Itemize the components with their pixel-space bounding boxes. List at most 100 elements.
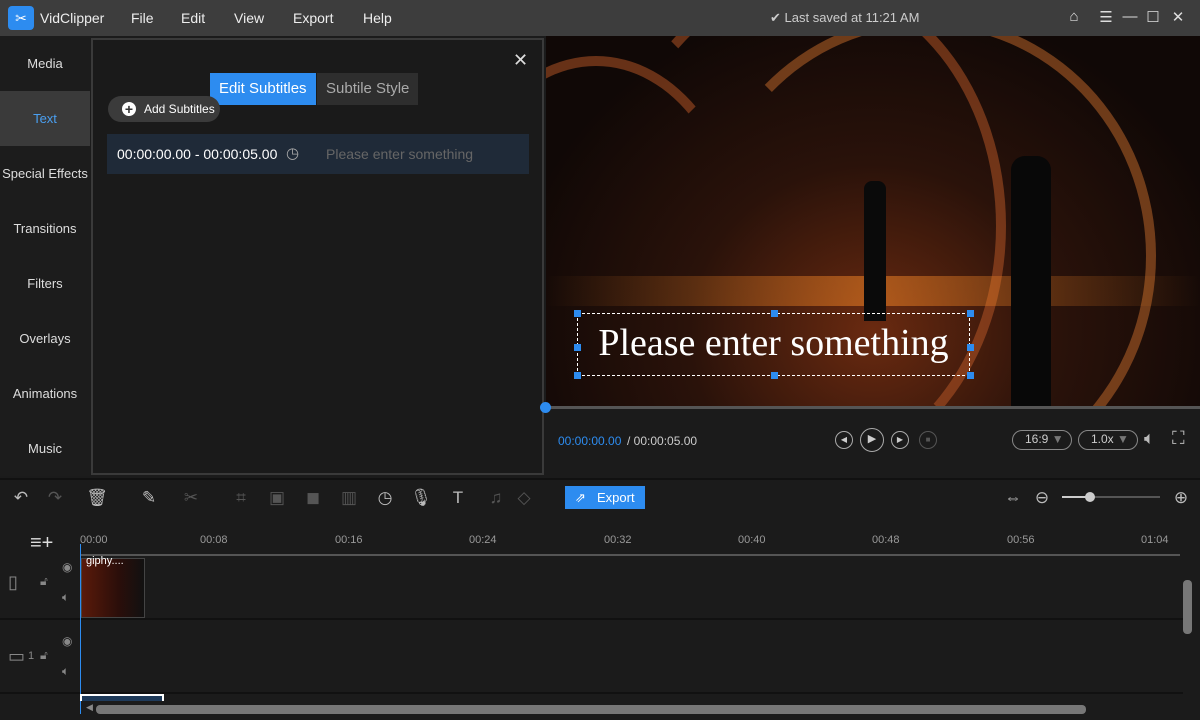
aspect-ratio-select[interactable]: 16:9 ▼ <box>1012 430 1072 450</box>
play-icon[interactable]: ▶ <box>860 428 884 452</box>
sidebar-item-media[interactable]: Media <box>0 36 90 91</box>
playhead[interactable] <box>80 544 81 714</box>
mosaic-icon[interactable]: ◼ <box>302 488 324 508</box>
tick-label: 00:24 <box>469 534 497 546</box>
current-time: 00:00:00.00 <box>558 434 622 448</box>
export-icon: ⇗ <box>575 490 586 505</box>
add-subtitles-label: Add Subtitles <box>144 102 215 116</box>
microphone-icon[interactable]: 🎙︎ <box>410 488 432 508</box>
tick-label: 00:00 <box>80 534 108 546</box>
save-status-text: Last saved at 11:21 AM <box>784 10 920 25</box>
film-icon: ▯ <box>8 572 18 592</box>
check-icon: ✔ <box>770 10 785 25</box>
app-logo-icon: ✂ <box>8 6 34 30</box>
tick-label: 00:32 <box>604 534 632 546</box>
delete-icon[interactable]: 🗑︎ <box>86 488 108 508</box>
tick-label: 01:04 <box>1141 534 1169 546</box>
tick-label: 00:16 <box>335 534 363 546</box>
edit-toolbar: ↶ ↷ 🗑︎ ✎ ✂ ⌗ ▣ ◼ ▥ ◷ 🎙︎ T ♫ ◇ ⇗ Export ⇔ … <box>0 478 1200 514</box>
zoom-in-icon[interactable]: ⊕ <box>1170 488 1192 508</box>
zoom-out-icon[interactable]: ⊖ <box>1031 488 1053 508</box>
subtitle-text-input[interactable]: Please enter something <box>326 146 473 162</box>
undo-icon[interactable]: ↶ <box>10 488 32 508</box>
hamburger-menu-icon[interactable]: ☰ <box>1096 8 1116 26</box>
tab-subtitle-style[interactable]: Subtile Style <box>317 73 419 105</box>
scroll-left-icon[interactable]: ◀ <box>86 702 93 713</box>
sidebar-item-overlays[interactable]: Overlays <box>0 311 90 366</box>
sidebar-item-special-effects[interactable]: Special Effects <box>0 146 90 201</box>
voice-change-icon[interactable]: ♫ <box>485 488 507 508</box>
stop-icon[interactable]: ■ <box>919 431 937 449</box>
subtitle-panel: ✕ Edit Subtitles Subtile Style + Add Subt… <box>91 38 544 475</box>
eye-icon[interactable]: ◉ <box>62 560 72 574</box>
menu-file[interactable]: File <box>131 10 154 26</box>
video-preview: Please enter something <box>546 36 1200 406</box>
next-frame-icon[interactable]: ▶ <box>891 431 909 449</box>
app-name: VidClipper <box>40 10 105 26</box>
timeline-overview[interactable] <box>80 694 164 701</box>
sidebar: Media Text Special Effects Transitions F… <box>0 36 90 476</box>
lock-icon[interactable]: 🔓︎ <box>40 648 48 663</box>
crop-icon[interactable]: ⌗ <box>230 488 252 508</box>
sidebar-item-filters[interactable]: Filters <box>0 256 90 311</box>
duration-clock-icon[interactable]: ◷ <box>374 488 396 508</box>
sidebar-item-music[interactable]: Music <box>0 421 90 476</box>
sidebar-item-animations[interactable]: Animations <box>0 366 90 421</box>
menu-edit[interactable]: Edit <box>181 10 205 26</box>
subtitle-overlay[interactable]: Please enter something <box>577 313 970 376</box>
split-icon[interactable]: ✂ <box>180 488 202 508</box>
mute-icon[interactable]: 🔈︎ <box>62 590 69 605</box>
menu-export[interactable]: Export <box>293 10 333 26</box>
sidebar-item-transitions[interactable]: Transitions <box>0 201 90 256</box>
fullscreen-icon[interactable]: ⛶ <box>1172 428 1185 449</box>
track-index: 1 <box>28 650 35 662</box>
close-icon[interactable]: ✕ <box>513 50 528 71</box>
aspect-ratio-value: 16:9 <box>1025 432 1049 446</box>
lock-icon[interactable]: 🔓︎ <box>40 574 48 589</box>
playback-controls: 00:00:00.00 / 00:00:05.00 ◀ ▶ ▶ ■ 16:9 ▼… <box>540 402 1200 476</box>
timeline-zoom-slider[interactable] <box>1062 492 1160 502</box>
sidebar-item-text[interactable]: Text <box>0 91 90 146</box>
progress-bar[interactable] <box>540 402 1200 413</box>
tick-label: 00:08 <box>200 534 228 546</box>
clock-icon[interactable]: ◷ <box>286 144 299 162</box>
maximize-icon[interactable]: ☐ <box>1143 8 1163 26</box>
menu-view[interactable]: View <box>234 10 264 26</box>
plus-icon: + <box>122 102 136 116</box>
timeline: ≡+ 00:00 00:08 00:16 00:24 00:32 00:40 0… <box>0 514 1200 720</box>
edit-icon[interactable]: ✎ <box>138 488 160 508</box>
subtitle-row[interactable]: 00:00:00.00 - 00:00:05.00 ◷ Please enter… <box>107 134 529 174</box>
video-track: ▯ 🔓︎ ◉ 🔈︎ <box>0 556 1183 620</box>
export-button[interactable]: ⇗ Export <box>565 486 645 509</box>
keyframe-icon[interactable]: ◇ <box>513 488 535 508</box>
minimize-icon[interactable]: — <box>1120 8 1140 25</box>
text-to-speech-icon[interactable]: T <box>447 488 469 508</box>
speed-select[interactable]: 1.0x ▼ <box>1078 430 1138 450</box>
menu-help[interactable]: Help <box>363 10 392 26</box>
add-subtitles-button[interactable]: + Add Subtitles <box>108 96 220 122</box>
export-label: Export <box>597 490 635 505</box>
total-time: / 00:00:05.00 <box>627 434 698 448</box>
subtitle-time-range: 00:00:00.00 - 00:00:05.00 <box>117 146 278 162</box>
speed-value: 1.0x <box>1091 432 1114 446</box>
video-clip[interactable]: giphy.... <box>81 555 145 618</box>
progress-handle[interactable] <box>540 402 551 413</box>
add-track-icon[interactable]: ≡+ <box>30 532 53 555</box>
close-window-icon[interactable]: ✕ <box>1168 8 1188 26</box>
overlay-track: ▭ 1 🔓︎ ◉ 🔈︎ <box>0 620 1183 694</box>
vertical-scrollbar[interactable] <box>1183 580 1192 634</box>
fit-timeline-icon[interactable]: ⇔ <box>1002 488 1024 508</box>
audio-level-icon[interactable]: ▥ <box>338 488 360 508</box>
volume-icon[interactable]: 🔈︎ <box>1144 428 1155 449</box>
tab-edit-subtitles[interactable]: Edit Subtitles <box>210 73 316 105</box>
redo-icon[interactable]: ↷ <box>44 488 66 508</box>
tick-label: 00:56 <box>1007 534 1035 546</box>
save-status: ✔ Last saved at 11:21 AM <box>770 10 919 26</box>
home-icon[interactable]: ⌂ <box>1064 8 1084 25</box>
mute-icon[interactable]: 🔈︎ <box>62 664 69 679</box>
eye-icon[interactable]: ◉ <box>62 634 72 648</box>
zoom-slider-handle[interactable] <box>1085 492 1095 502</box>
previous-frame-icon[interactable]: ◀ <box>835 431 853 449</box>
horizontal-scrollbar[interactable] <box>96 705 1086 714</box>
resize-icon[interactable]: ▣ <box>266 488 288 508</box>
